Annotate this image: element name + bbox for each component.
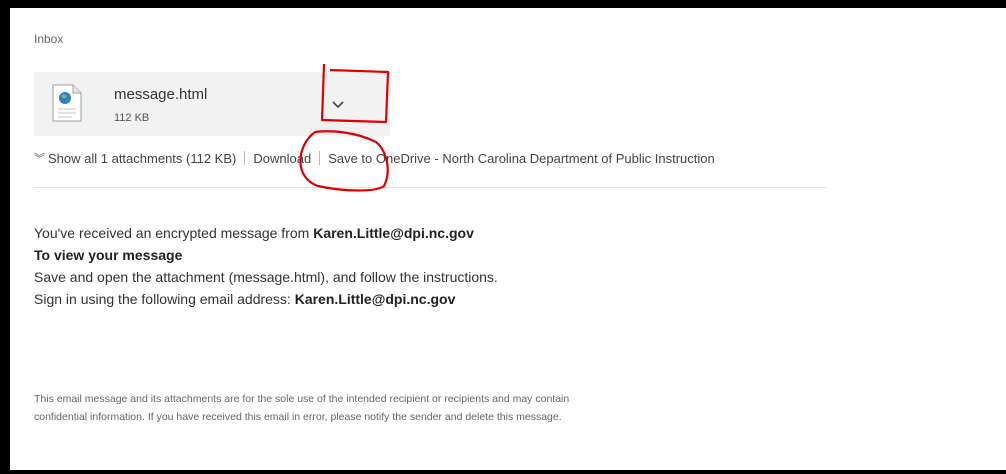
folder-label: Inbox [34,32,64,46]
double-chevron-down-icon: ︾ [34,153,45,165]
save-to-onedrive-link[interactable]: Save to OneDrive - North Carolina Depart… [328,151,715,166]
intro-line: You've received an encrypted message fro… [34,222,498,244]
html-file-icon [52,84,82,122]
attachment-card[interactable]: message.html 112 KB [34,72,390,136]
confidentiality-footer: This email message and its attachments a… [34,390,569,426]
divider [244,151,246,165]
view-heading: To view your message [34,247,183,263]
attachment-options-button[interactable] [324,92,352,118]
email-reading-pane: Inbox message.html 112 KB ︾ Show all 1 a… [10,8,1006,470]
attachment-size: 112 KB [114,112,150,124]
download-link[interactable]: Download [253,151,311,166]
footer-line-2: confidential information. If you have re… [34,411,562,423]
attachment-name: message.html [114,86,208,103]
divider [319,151,321,165]
chevron-down-icon [332,101,344,109]
show-all-attachments-link[interactable]: Show all 1 attachments (112 KB) [48,151,236,166]
attachment-actions-bar: ︾ Show all 1 attachments (112 KB) Downlo… [34,150,715,166]
message-body: You've received an encrypted message fro… [34,222,498,310]
signin-prefix: Sign in using the following email addres… [34,291,295,307]
signin-email: Karen.Little@dpi.nc.gov [294,291,456,307]
sender-email: Karen.Little@dpi.nc.gov [313,225,474,241]
footer-line-1: This email message and its attachments a… [34,393,570,405]
signin-line: Sign in using the following email addres… [34,288,498,310]
instructions-text: Save and open the attachment (message.ht… [34,269,498,285]
section-divider [34,187,826,188]
intro-text: You've received an encrypted message fro… [34,225,314,241]
